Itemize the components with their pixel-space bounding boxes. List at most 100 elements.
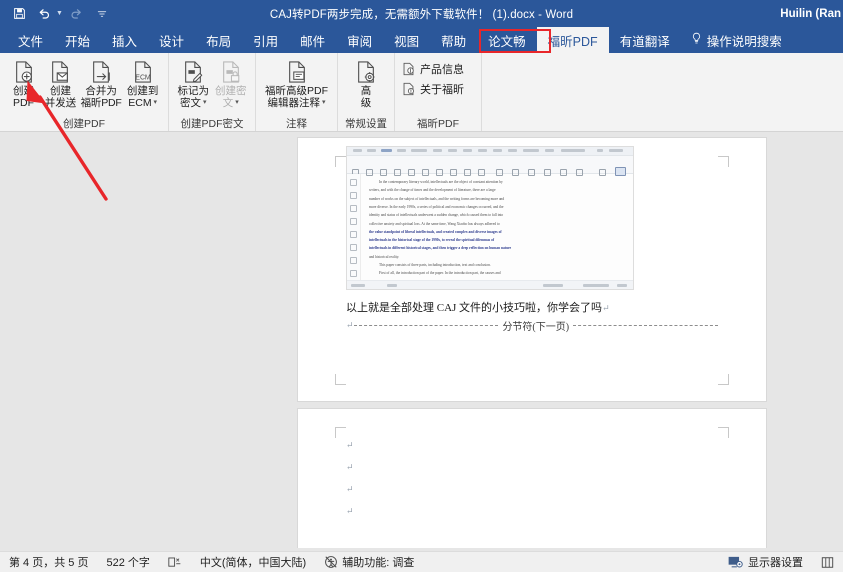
tab-3[interactable]: 设计 <box>148 27 195 53</box>
foxit-comment-dropdown-icon[interactable]: ▾ <box>320 99 326 106</box>
embed-line: and historical reality. <box>369 254 400 259</box>
display-settings-button[interactable]: 显示器设置 <box>719 554 812 570</box>
tab-0[interactable]: 文件 <box>7 27 54 53</box>
page-lock-icon <box>220 59 242 85</box>
tab-7[interactable]: 审阅 <box>336 27 383 53</box>
read-mode-icon[interactable] <box>812 556 843 569</box>
tab-12[interactable]: 有道翻译 <box>609 27 681 53</box>
product-info-button[interactable]: 产品信息 <box>401 61 464 77</box>
ribbon-group-label-general-settings: 常规设置 <box>345 118 387 130</box>
monitor-gear-icon <box>728 556 744 569</box>
accessibility-indicator[interactable]: 辅助功能: 调查 <box>315 554 423 570</box>
merge-to-foxit-pdf-label-1: 合并为 <box>85 85 117 97</box>
create-and-send-label-2: 并发送 <box>44 97 77 109</box>
tell-me-search[interactable]: 操作说明搜索 <box>681 27 792 53</box>
lightbulb-icon <box>691 32 702 48</box>
embed-line: number of works on the subject of intell… <box>369 196 505 201</box>
tab-5[interactable]: 引用 <box>242 27 289 53</box>
ribbon: 创建 PDF 创建 并发送 合并为 福昕PDF ECM 创建到 ECM ▾ 创建… <box>0 53 843 132</box>
create-pdf-button[interactable]: 创建 PDF <box>6 57 41 109</box>
tab-6[interactable]: 邮件 <box>289 27 336 53</box>
tab-9[interactable]: 帮助 <box>430 27 477 53</box>
page-ecm-icon: ECM <box>132 59 154 85</box>
account-name[interactable]: Huilin (Ran <box>780 0 841 27</box>
page-merge-icon <box>90 59 112 85</box>
page-comment-icon <box>286 59 308 85</box>
create-and-send-label-1: 创建 <box>49 85 71 97</box>
tab-8[interactable]: 视图 <box>383 27 430 53</box>
page-gear-icon <box>355 59 377 85</box>
accessibility-label: 辅助功能: 调查 <box>342 557 415 569</box>
language-indicator[interactable]: 中文(简体，中国大陆) <box>191 554 315 570</box>
ribbon-group-label-comment: 注释 <box>286 118 307 130</box>
embed-line: In the contemporary literary world, inte… <box>379 180 503 184</box>
document-canvas[interactable]: In the contemporary literary world, inte… <box>0 132 843 551</box>
embed-line: the value standpoint of liberal intellec… <box>369 228 625 236</box>
status-bar-right: 显示器设置 <box>719 554 843 570</box>
tab-label: 文件 <box>18 34 44 49</box>
create-to-ecm-label-2: ECM ▾ <box>128 97 158 109</box>
embed-status-strip <box>347 280 633 289</box>
create-and-send-button[interactable]: 创建 并发送 <box>42 57 79 109</box>
create-pdf-label-2: PDF <box>13 97 35 109</box>
tab-1[interactable]: 开始 <box>54 27 101 53</box>
title-bar: ▼ CAJ转PDF两步完成，无需额外下载软件！ (1).docx - Word … <box>0 0 843 27</box>
embedded-pdf-reader-screenshot[interactable]: In the contemporary literary world, inte… <box>346 146 634 290</box>
mark-as-redaction-button[interactable]: 标记为 密文 ▾ <box>175 57 212 109</box>
create-to-ecm-label-1: 创建到 <box>126 85 159 97</box>
embed-line: intellectuals in different historical st… <box>369 244 625 252</box>
tab-label: 插入 <box>112 34 138 49</box>
embed-menu-strip <box>347 147 633 156</box>
merge-to-foxit-pdf-button[interactable]: 合并为 福昕PDF <box>80 57 122 109</box>
advanced-settings-label-2: 级 <box>360 97 372 109</box>
mark-as-redaction-label-2: 密文 ▾ <box>180 97 207 109</box>
create-to-ecm-dropdown-icon[interactable]: ▾ <box>152 99 158 106</box>
advanced-settings-label-1: 高 <box>360 85 372 97</box>
about-foxit-button[interactable]: 关于福昕 <box>401 81 464 97</box>
paragraph-mark: ↵ <box>346 462 354 472</box>
tab-label: 福昕PDF <box>547 34 598 49</box>
embed-line: This paper consists of three parts, incl… <box>379 263 491 267</box>
section-break-label: 分节符(下一页) <box>502 322 570 333</box>
foxit-advanced-pdf-editor-comment-button[interactable]: 福昕高级PDF 编辑器注释 ▾ <box>262 57 331 109</box>
product-info-icon <box>401 62 416 77</box>
about-icon <box>401 82 416 97</box>
ribbon-group-general-settings: 高 级 常规设置 <box>337 53 394 131</box>
mark-as-redaction-dropdown-icon[interactable]: ▾ <box>201 99 207 106</box>
section-break-line-right <box>573 325 718 326</box>
tab-2[interactable]: 插入 <box>101 27 148 53</box>
create-redaction-label-1: 创建密 <box>215 85 247 97</box>
ribbon-group-filler <box>481 53 843 131</box>
create-redaction-label-2: 文 ▾ <box>222 97 239 109</box>
tab-11[interactable]: 福昕PDF <box>536 27 609 53</box>
document-page-1[interactable]: In the contemporary literary world, inte… <box>298 138 766 401</box>
page-mail-icon <box>49 59 71 85</box>
ribbon-tabs: 文件 开始 插入 设计 布局 引用 邮件 审阅 视图 帮助 论文畅 福昕PDF 有道翻译 操作说明搜索 <box>0 27 843 53</box>
document-page-2[interactable]: ↵ ↵ ↵ ↵ <box>298 409 766 551</box>
page-pencil-icon <box>182 59 204 85</box>
embed-line: First of all, the introduction part of t… <box>379 271 501 276</box>
proofing-errors-icon[interactable] <box>159 556 191 569</box>
page1-body-text[interactable]: 以上就是全部处理 CAJ 文件的小技巧啦，你学会了吗↵ <box>346 299 610 315</box>
merge-to-foxit-pdf-label-2: 福昕PDF <box>80 97 122 109</box>
product-info-label: 产品信息 <box>420 64 464 76</box>
foxit-comment-label-1: 福昕高级PDF <box>265 85 328 97</box>
tab-4[interactable]: 布局 <box>195 27 242 53</box>
paragraph-mark: ↵ <box>346 506 354 516</box>
advanced-settings-button[interactable]: 高 级 <box>349 57 383 109</box>
ribbon-group-comment: 福昕高级PDF 编辑器注释 ▾ 注释 <box>255 53 337 131</box>
word-window: ▼ CAJ转PDF两步完成，无需额外下载软件！ (1).docx - Word … <box>0 0 843 572</box>
create-redaction-button: 创建密 文 ▾ <box>213 57 250 109</box>
tab-10[interactable]: 论文畅 <box>477 27 537 53</box>
embed-sidebar <box>347 174 361 280</box>
tell-me-label: 操作说明搜索 <box>706 34 782 49</box>
svg-text:ECM: ECM <box>135 74 151 81</box>
embed-line: intellectuals in the historical stage of… <box>369 236 625 244</box>
section-break-line-left <box>353 325 499 326</box>
embed-line: more diverse. In the early 1990s, a seri… <box>369 204 504 209</box>
page-info[interactable]: 第 4 页，共 5 页 <box>0 554 97 570</box>
create-to-ecm-button[interactable]: ECM 创建到 ECM ▾ <box>123 57 162 109</box>
tab-label: 设计 <box>159 34 185 49</box>
status-bar: 第 4 页，共 5 页 522 个字 中文(简体，中国大陆) 辅助功能: 调查 … <box>0 551 843 572</box>
word-count[interactable]: 522 个字 <box>97 554 158 570</box>
